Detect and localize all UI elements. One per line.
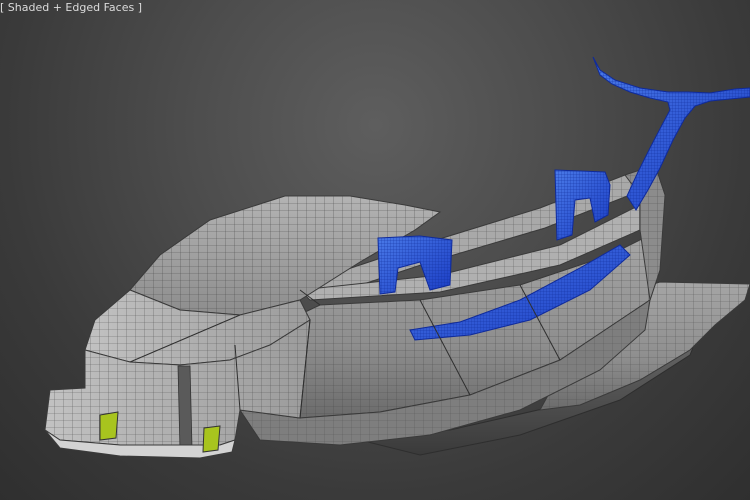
headlight-right[interactable] xyxy=(202,425,221,453)
spaceship-hull-mesh[interactable] xyxy=(44,164,750,459)
3d-viewport[interactable]: [ Shaded + Edged Faces ] xyxy=(0,0,750,500)
viewport-canvas[interactable] xyxy=(0,0,750,500)
hull-nose-split[interactable] xyxy=(177,365,193,451)
headlight-left[interactable] xyxy=(99,411,119,441)
